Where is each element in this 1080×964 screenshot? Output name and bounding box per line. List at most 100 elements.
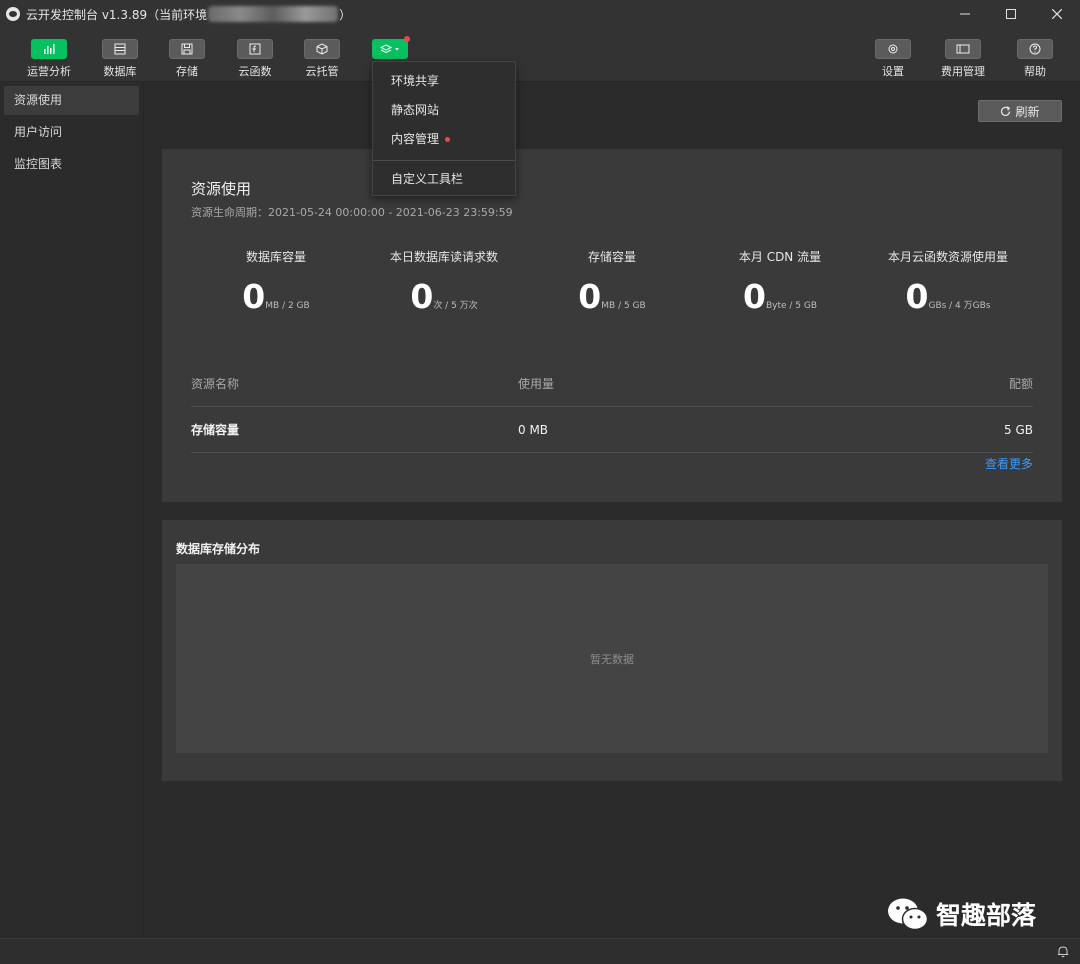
menu-item-label: 静态网站: [391, 103, 440, 117]
db-distribution-card: 数据库存储分布 暂无数据: [162, 520, 1062, 781]
menu-item-static-site[interactable]: 静态网站: [373, 96, 515, 125]
metric-value: 0: [742, 277, 766, 316]
database-icon: [102, 39, 138, 59]
resource-table: 资源名称 使用量 配额 存储容量 0 MB 5 GB: [191, 361, 1033, 453]
metric-db-capacity: 数据库容量 0MB / 2 GB: [191, 248, 361, 316]
extensions-badge-dot: [404, 36, 410, 42]
cell-usage: 0 MB: [518, 423, 549, 437]
toolbar-analytics-button[interactable]: 运营分析: [19, 28, 79, 82]
metric-label: 本月云函数资源使用量: [887, 250, 1008, 264]
cell-quota: 5 GB: [1004, 423, 1033, 437]
resource-usage-card: 资源使用 资源生命周期：2021-05-24 00:00:00 - 2021-0…: [162, 149, 1062, 502]
extensions-dropdown-menu: 环境共享 静态网站 内容管理 自定义工具栏: [372, 61, 516, 196]
menu-item-env-share[interactable]: 环境共享: [373, 67, 515, 96]
toolbar: 运营分析 数据库 存储 云函数 云托管 设置 费用管理 帮助: [0, 28, 1080, 82]
sidebar-item-resource-usage[interactable]: 资源使用: [4, 86, 139, 115]
metric-value: 0: [242, 277, 266, 316]
minimize-icon: [960, 13, 970, 15]
close-button[interactable]: [1034, 0, 1080, 28]
menu-item-customize-toolbar[interactable]: 自定义工具栏: [373, 165, 515, 194]
minimize-button[interactable]: [942, 0, 988, 28]
window-controls: [942, 0, 1080, 28]
column-header-quota: 配额: [1008, 377, 1033, 391]
metric-label: 数据库容量: [245, 250, 306, 264]
metric-label: 本月 CDN 流量: [738, 250, 822, 264]
window-title: 云开发控制台 v1.3.89（当前环境 ）: [26, 6, 351, 23]
toolbar-help-label: 帮助: [1024, 65, 1046, 78]
toolbar-settings-button[interactable]: 设置: [863, 28, 923, 82]
watermark-text: 智趣部落: [936, 901, 1037, 930]
metric-value: 0: [905, 277, 929, 316]
status-bar: [0, 938, 1080, 964]
metric-function-usage: 本月云函数资源使用量 0GBs / 4 万GBs: [863, 248, 1033, 316]
refresh-button[interactable]: 刷新: [978, 100, 1062, 122]
toolbar-hosting-button[interactable]: 云托管: [292, 28, 352, 82]
title-bar: 云开发控制台 v1.3.89（当前环境 ）: [0, 0, 1080, 28]
column-header-name: 资源名称: [191, 377, 240, 391]
save-icon: [169, 39, 205, 59]
menu-divider: [373, 160, 515, 161]
redacted-env-id: [208, 6, 339, 22]
metric-unit: 次 / 5 万次: [433, 301, 478, 311]
toolbar-billing-label: 费用管理: [941, 65, 985, 78]
main-content: 刷新 资源使用 资源生命周期：2021-05-24 00:00:00 - 202…: [145, 83, 1080, 938]
function-icon: [237, 39, 273, 59]
cell-resource-name: 存储容量: [191, 423, 240, 437]
toolbar-storage-button[interactable]: 存储: [157, 28, 217, 82]
usage-period: 资源生命周期：2021-05-24 00:00:00 - 2021-06-23 …: [191, 206, 513, 219]
bell-icon[interactable]: [1057, 945, 1069, 958]
window-title-prefix: 云开发控制台 v1.3.89（当前环境: [26, 7, 208, 22]
wechat-logo-icon: [6, 7, 20, 21]
toolbar-settings-label: 设置: [882, 65, 904, 78]
metric-value: 0: [578, 277, 602, 316]
sidebar-item-monitor-charts[interactable]: 监控图表: [4, 150, 139, 179]
layers-icon: [372, 39, 408, 59]
metric-storage-capacity: 存储容量 0MB / 5 GB: [527, 248, 697, 316]
card-icon: [945, 39, 981, 59]
sidebar: 资源使用 用户访问 监控图表: [0, 83, 144, 938]
toolbar-functions-label: 云函数: [238, 65, 272, 78]
db-distribution-title: 数据库存储分布: [176, 542, 261, 556]
metric-label: 存储容量: [587, 250, 636, 264]
toolbar-storage-label: 存储: [176, 65, 198, 78]
menu-item-label: 内容管理: [391, 132, 440, 146]
wechat-logo-icon: [888, 898, 929, 931]
view-more-link[interactable]: 查看更多: [985, 455, 1033, 472]
metric-db-reads: 本日数据库读请求数 0次 / 5 万次: [359, 248, 529, 316]
watermark: 智趣部落: [886, 896, 1036, 932]
maximize-button[interactable]: [988, 0, 1034, 28]
bar-chart-icon: [31, 39, 67, 59]
maximize-icon: [1006, 9, 1016, 19]
window-title-suffix: ）: [339, 7, 352, 22]
menu-item-content-management[interactable]: 内容管理: [373, 125, 515, 154]
metric-value: 0: [410, 277, 434, 316]
toolbar-functions-button[interactable]: 云函数: [225, 28, 285, 82]
usage-title: 资源使用: [191, 180, 252, 198]
toolbar-help-button[interactable]: 帮助: [1005, 28, 1065, 82]
metric-unit: MB / 5 GB: [601, 301, 646, 311]
metric-unit: MB / 2 GB: [265, 301, 310, 311]
cube-icon: [304, 39, 340, 59]
toolbar-database-label: 数据库: [103, 65, 137, 78]
gear-icon: [875, 39, 911, 59]
toolbar-database-button[interactable]: 数据库: [90, 28, 150, 82]
metric-unit: GBs / 4 万GBs: [928, 301, 991, 311]
menu-item-label: 自定义工具栏: [391, 172, 464, 186]
column-header-usage: 使用量: [518, 377, 555, 391]
metric-unit: Byte / 5 GB: [765, 301, 818, 311]
table-row: 存储容量 0 MB 5 GB: [191, 407, 1033, 453]
empty-chart-area: 暂无数据: [176, 564, 1048, 753]
empty-state-text: 暂无数据: [590, 652, 634, 666]
help-icon: [1017, 39, 1053, 59]
new-badge-dot: [445, 137, 451, 142]
toolbar-hosting-label: 云托管: [305, 65, 339, 78]
refresh-label: 刷新: [1015, 104, 1040, 119]
toolbar-billing-button[interactable]: 费用管理: [933, 28, 993, 82]
refresh-icon: [1001, 105, 1011, 116]
table-header-row: 资源名称 使用量 配额: [191, 361, 1033, 407]
metric-cdn-traffic: 本月 CDN 流量 0Byte / 5 GB: [695, 248, 865, 316]
metric-label: 本日数据库读请求数: [389, 250, 498, 264]
sidebar-item-user-access[interactable]: 用户访问: [4, 118, 139, 147]
menu-item-label: 环境共享: [391, 74, 440, 88]
toolbar-analytics-label: 运营分析: [27, 65, 71, 78]
